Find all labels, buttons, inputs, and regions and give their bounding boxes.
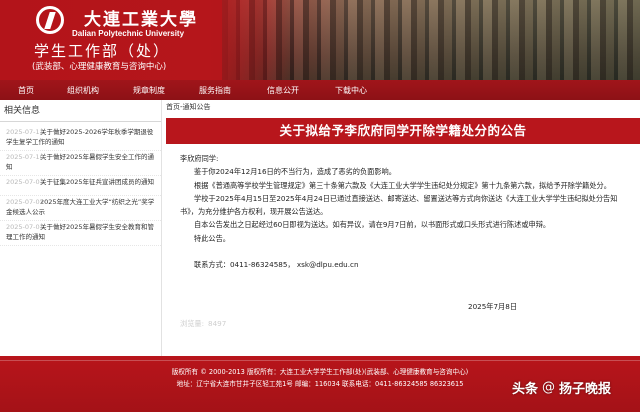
breadcrumb-section[interactable]: 通知公告 [183,103,211,111]
department-title: 学生工作部（处） [34,42,171,60]
paragraph: 鉴于你2024年12月16日的不当行为，造成了恶劣的负面影响。 [194,167,396,177]
sidebar-heading: 相关信息 [0,100,161,122]
view-count-label: 浏览量: [180,319,204,328]
breadcrumb-home[interactable]: 首页 [166,103,180,111]
watermark-at: @ [542,380,556,395]
item-date: 2025-07-0? [6,198,44,206]
nav-service-guide[interactable]: 服务指南 [182,85,248,96]
university-logo-icon[interactable] [36,6,64,34]
department-subtitle: (武装部、心理健康教育与咨询中心) [32,62,167,72]
watermark-account: 扬子晚报 [559,382,612,397]
contact-info: 联系方式：0411-86324585， xsk@dlpu.edu.cn [194,260,359,270]
paragraph: 自本公告发出之日起经过60日即视为送达。如有异议，请在9月7日前，以书面形式或口… [194,220,551,230]
list-item[interactable]: 2025-07-11 关于做好2025-2026学年秋季学期退役学生复学工作的通… [0,126,161,151]
item-date: 2025-07-0? [6,223,44,231]
view-count-value: 8497 [208,319,227,328]
paragraph: 特此公告。 [194,233,230,243]
item-date: 2025-07-07 [6,178,44,186]
related-info-list: 2025-07-11 关于做好2025-2026学年秋季学期退役学生复学工作的通… [0,122,161,246]
watermark-brand: 头条 [512,382,539,397]
list-item[interactable]: 2025-07-0? 关于做好2025年暑假学生安全教育和管理工作的通知 [0,221,161,246]
nav-home[interactable]: 首页 [2,85,50,96]
footer-copyright: 版权所有 © 2000-2013 版权所有：大连工业大学学生工作部(处)(武装部… [171,368,469,376]
list-item[interactable]: 2025-07-0? 2025年度大连工业大学“纺织之光”奖学金候选人公示 [0,196,161,221]
paragraph: 学校于2025年4月15日至2025年4月24日已通过直接送达、邮寄送达、留置送… [180,193,618,217]
view-count: 浏览量: 8497 [180,319,226,329]
related-info-sidebar: 相关信息 2025-07-11 关于做好2025-2026学年秋季学期退役学生复… [0,100,162,356]
paragraph: 根据《普通高等学校学生管理规定》第三十条第六款及《大连工业大学学生违纪处分规定》… [194,180,611,190]
list-item[interactable]: 2025-07-10 关于做好2025年暑假学生安全工作的通知 [0,151,161,176]
article-title: 关于拟给予李欣府同学开除学籍处分的公告 [166,118,640,144]
nav-regulations[interactable]: 规章制度 [116,85,182,96]
nav-organization[interactable]: 组织机构 [50,85,116,96]
nav-info-disclosure[interactable]: 信息公开 [248,85,318,96]
list-item[interactable]: 2025-07-07 关于征集2025年征兵宣讲团成员的通知 [0,176,161,196]
header-banner: 大連工業大學 Dalian Polytechnic University 学生工… [0,0,640,80]
main-nav: 首页 组织机构 规章制度 服务指南 信息公开 下载中心 [0,80,640,100]
publish-date: 2025年7月8日 [468,302,518,311]
article-body: 李欣府同学: 鉴于你2024年12月16日的不当行为，造成了恶劣的负面影响。 根… [180,152,632,271]
university-name-en: Dalian Polytechnic University [72,29,185,38]
salutation: 李欣府同学: [180,154,219,163]
item-date: 2025-07-11 [6,128,44,136]
university-name-cn: 大連工業大學 [84,10,198,30]
article-main: 首页-通知公告 关于拟给予李欣府同学开除学籍处分的公告 李欣府同学: 鉴于你20… [166,100,640,356]
item-date: 2025-07-10 [6,153,44,161]
breadcrumb: 首页-通知公告 [166,100,640,114]
source-watermark: 头条 @ 扬子晚报 [512,378,611,397]
nav-downloads[interactable]: 下载中心 [318,85,384,96]
